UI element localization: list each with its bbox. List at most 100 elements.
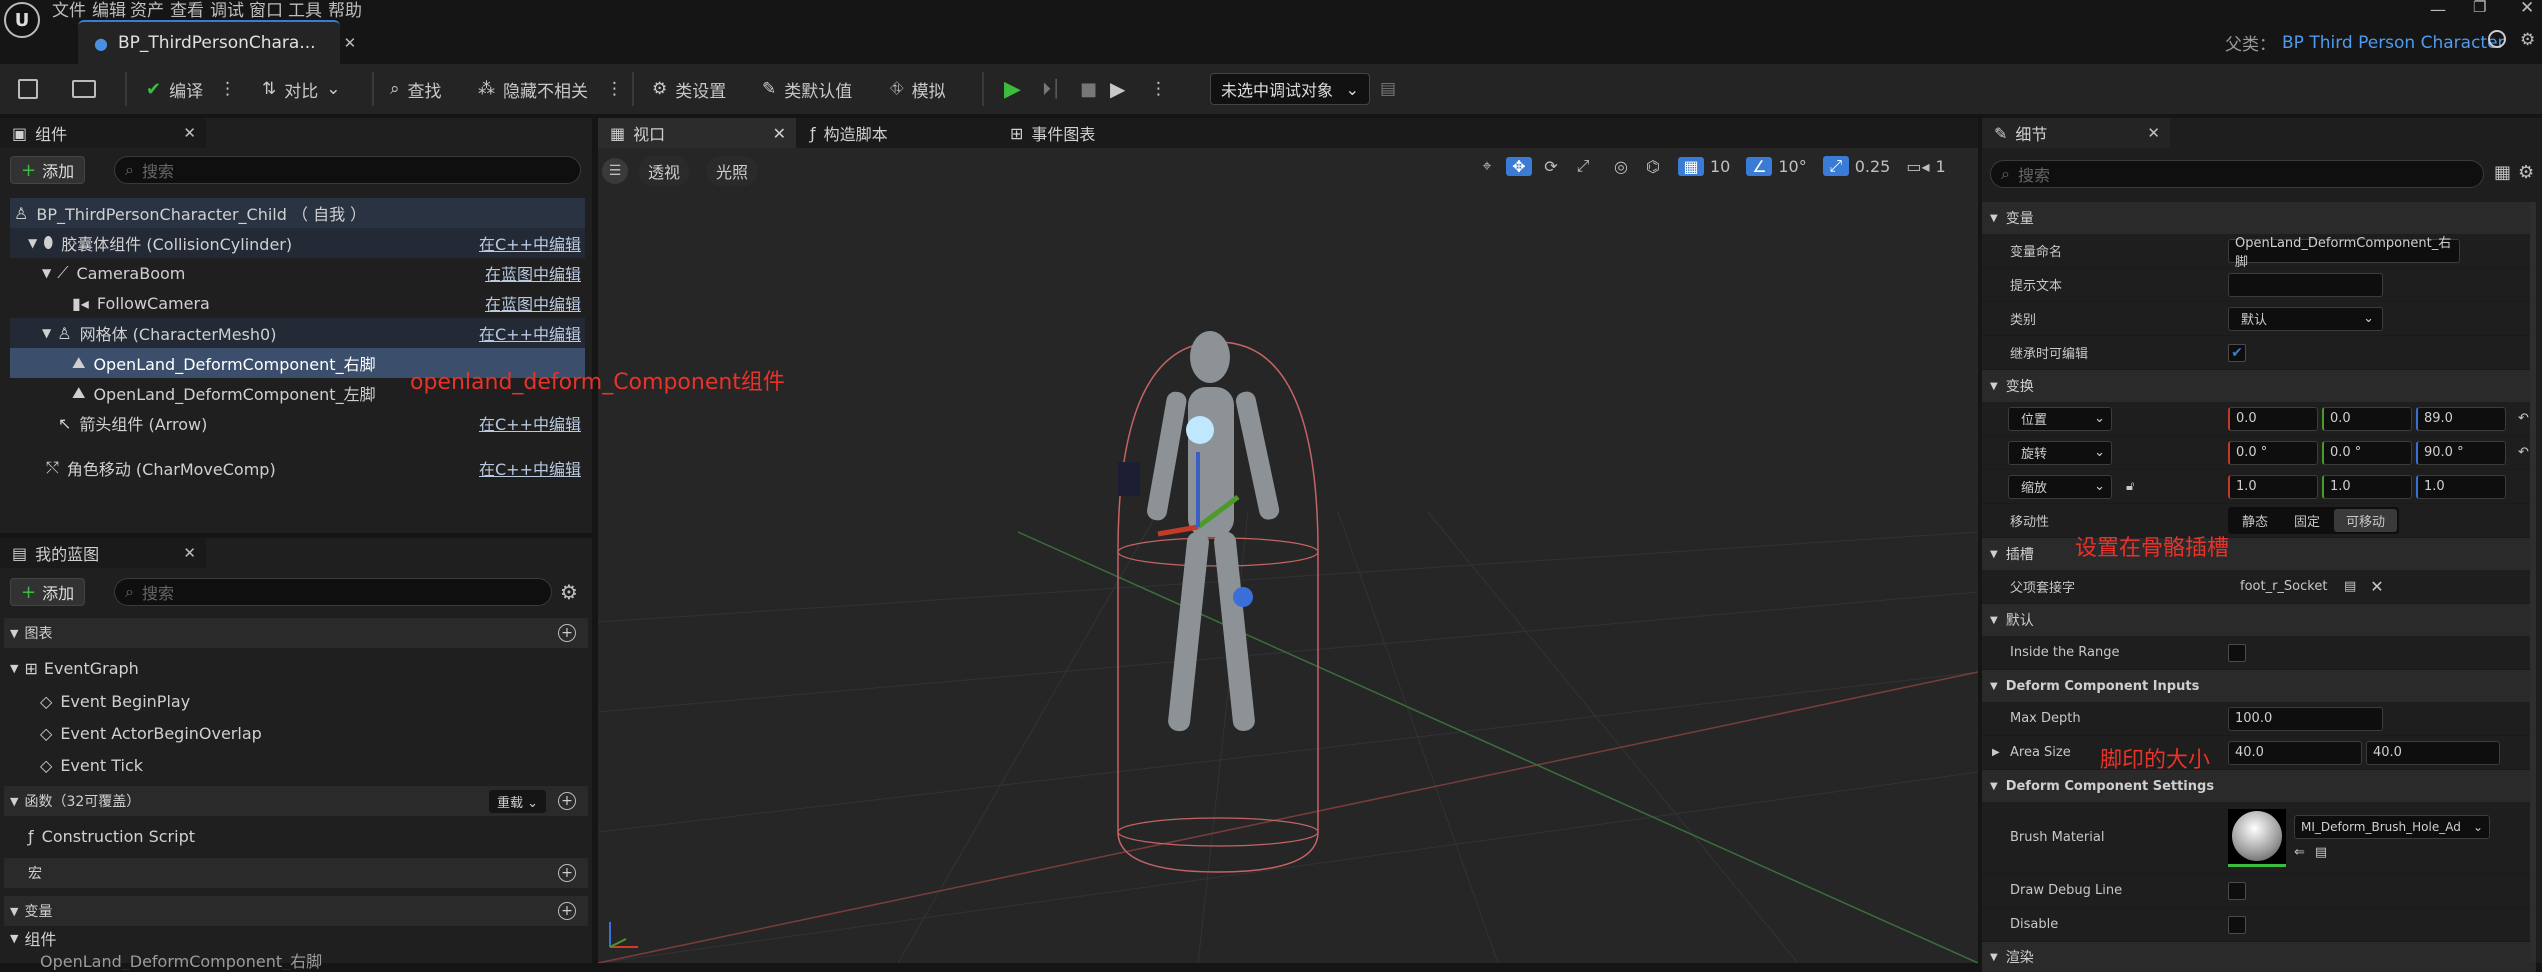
diff-button[interactable]: ⇅ 对比 ⌄ bbox=[262, 71, 341, 107]
add-circle-icon[interactable]: + bbox=[558, 624, 576, 642]
table-view-icon[interactable]: ▦ bbox=[2494, 162, 2511, 183]
step-button[interactable]: ⏵⏐ bbox=[1042, 71, 1061, 107]
component-row-capsule[interactable]: ▼ ⬮ 胶囊体组件 (CollisionCylinder) 在C++中编辑 bbox=[10, 228, 585, 258]
variable-row[interactable]: OpenLand_DeformComponent_右脚 bbox=[40, 950, 322, 970]
tab-construction-script[interactable]: ƒ 构造脚本 bbox=[798, 118, 888, 148]
play-button[interactable]: ▶ bbox=[1004, 71, 1021, 107]
more-icon[interactable]: ⋮ bbox=[219, 79, 236, 99]
area-size-y[interactable]: 40.0 bbox=[2366, 740, 2500, 765]
component-row-mesh[interactable]: ▼ ♙ 网格体 (CharacterMesh0) 在C++中编辑 bbox=[10, 318, 585, 348]
inside-range-checkbox[interactable] bbox=[2228, 643, 2246, 662]
gear-icon[interactable]: ⚙ bbox=[2518, 162, 2534, 183]
tab-blueprint[interactable]: ● BP_ThirdPersonChara... ✕ bbox=[78, 20, 356, 64]
hide-unrelated-button[interactable]: ⁂ 隐藏不相关 ⋮ bbox=[478, 71, 623, 107]
class-settings-button[interactable]: ⚙ 类设置 bbox=[652, 71, 726, 107]
parent-socket-value[interactable]: foot_r_Socket bbox=[2228, 579, 2340, 594]
add-circle-icon[interactable]: + bbox=[558, 792, 576, 810]
variables-components-row[interactable]: ▼ 组件 bbox=[10, 926, 56, 950]
event-row[interactable]: ◇ Event ActorBeginOverlap bbox=[40, 718, 262, 748]
tab-event-graph[interactable]: ⊞ 事件图表 bbox=[998, 118, 1095, 148]
components-search-input[interactable]: ⌕ 搜索 bbox=[114, 156, 581, 184]
grid-snap-value[interactable]: 10 bbox=[1710, 157, 1730, 176]
add-circle-icon[interactable]: + bbox=[558, 902, 576, 920]
compile-button[interactable]: ✔ 编译 ⋮ bbox=[146, 71, 236, 107]
event-row[interactable]: ◇ Event BeginPlay bbox=[40, 686, 190, 716]
search-icon[interactable] bbox=[2488, 30, 2506, 48]
browse-socket-icon[interactable]: ▤ bbox=[2344, 579, 2356, 594]
section-macros[interactable]: 宏 + bbox=[4, 858, 588, 888]
brush-thumbnail[interactable] bbox=[2228, 808, 2286, 867]
add-member-button[interactable]: + 添加 bbox=[10, 578, 86, 606]
edit-in-cpp-link[interactable]: 在C++中编辑 bbox=[479, 456, 581, 480]
class-defaults-button[interactable]: ✎ 类默认值 bbox=[762, 71, 852, 107]
disable-checkbox[interactable] bbox=[2228, 915, 2246, 934]
component-row-cameraboom[interactable]: ▼ ⟋ CameraBoom 在蓝图中编辑 bbox=[10, 258, 585, 288]
window-close-icon[interactable]: ✕ bbox=[2520, 0, 2534, 18]
grid-snap-icon[interactable]: ▦ bbox=[1678, 156, 1704, 176]
menu-file[interactable]: 文件 bbox=[52, 0, 86, 21]
section-deform-settings[interactable]: ▼ Deform Component Settings bbox=[1982, 770, 2536, 802]
minimize-icon[interactable]: — bbox=[2430, 0, 2446, 19]
section-variables[interactable]: ▼ 变量 + bbox=[4, 896, 588, 926]
simulate-button[interactable]: ⛗ 模拟 bbox=[890, 71, 946, 107]
scale-y[interactable]: 1.0 bbox=[2322, 474, 2412, 499]
clear-icon[interactable]: ✕ bbox=[2370, 577, 2383, 596]
close-icon[interactable]: ✕ bbox=[183, 124, 196, 142]
component-row-self[interactable]: ♙ BP_ThirdPersonCharacter_Child （ 自我 ） bbox=[10, 198, 585, 228]
tab-details[interactable]: ✎ 细节 bbox=[1982, 118, 2047, 148]
component-row-arrow[interactable]: ↖ 箭头组件 (Arrow) 在C++中编辑 bbox=[10, 408, 585, 438]
scale-dropdown[interactable]: 缩放 ⌄ bbox=[2008, 474, 2112, 499]
use-selected-icon[interactable]: ⇐ bbox=[2294, 845, 2305, 860]
lock-icon[interactable]: 🔓︎ bbox=[2126, 479, 2134, 494]
menu-edit[interactable]: 编辑 bbox=[92, 0, 126, 21]
unreal-logo-icon[interactable]: U bbox=[4, 2, 40, 38]
menu-asset[interactable]: 资产 bbox=[130, 0, 164, 21]
tab-my-blueprint[interactable]: ▤ 我的蓝图 bbox=[0, 538, 99, 568]
construction-script-row[interactable]: ƒ Construction Script bbox=[28, 821, 195, 851]
menu-hamburger-icon[interactable]: ☰ bbox=[602, 158, 628, 184]
max-depth-input[interactable]: 100.0 bbox=[2228, 706, 2383, 731]
scale-snap-icon[interactable]: ⤢ bbox=[1822, 156, 1849, 176]
mobility-static[interactable]: 静态 bbox=[2230, 509, 2280, 532]
edit-in-blueprint-link[interactable]: 在蓝图中编辑 bbox=[485, 261, 581, 285]
edit-in-cpp-link[interactable]: 在C++中编辑 bbox=[479, 321, 581, 345]
tab-components[interactable]: ▣ 组件 bbox=[0, 118, 67, 148]
menu-tools[interactable]: 工具 bbox=[288, 0, 322, 21]
browse-asset-icon[interactable]: ▤ bbox=[2315, 845, 2327, 860]
category-dropdown[interactable]: 默认 ⌄ bbox=[2228, 306, 2383, 331]
edit-in-blueprint-link[interactable]: 在蓝图中编辑 bbox=[485, 291, 581, 315]
parent-class-link[interactable]: BP Third Person Character bbox=[2282, 33, 2505, 53]
my-blueprint-search-input[interactable]: ⌕ 搜索 bbox=[114, 578, 552, 606]
gear-icon[interactable]: ⚙ bbox=[560, 580, 578, 604]
viewport-canvas[interactable] bbox=[598, 152, 1978, 963]
menu-help[interactable]: 帮助 bbox=[328, 0, 362, 21]
perspective-button[interactable]: 透视 bbox=[638, 156, 691, 186]
component-row-followcamera[interactable]: ▮◂ FollowCamera 在蓝图中编辑 bbox=[10, 288, 585, 318]
edit-in-cpp-link[interactable]: 在C++中编辑 bbox=[479, 231, 581, 255]
rotation-z[interactable]: 90.0 ° bbox=[2416, 440, 2506, 465]
override-dropdown[interactable]: 重载 ⌄ bbox=[488, 789, 546, 813]
scale-snap-value[interactable]: 0.25 bbox=[1855, 157, 1891, 176]
angle-snap-value[interactable]: 10° bbox=[1778, 157, 1806, 176]
lit-button[interactable]: 光照 bbox=[706, 156, 759, 186]
camera-speed-value[interactable]: 1 bbox=[1936, 157, 1946, 176]
surface-snap-icon[interactable]: ⌬ bbox=[1640, 157, 1666, 176]
settings-icon[interactable]: ⚙ bbox=[2520, 30, 2535, 50]
section-functions[interactable]: ▼ 函数（32可覆盖） 重载 ⌄ + bbox=[4, 786, 588, 816]
scale-x[interactable]: 1.0 bbox=[2228, 474, 2318, 499]
section-graphs[interactable]: ▼ 图表 + bbox=[4, 618, 588, 648]
expand-arrow-icon[interactable]: ▼ bbox=[42, 266, 51, 280]
location-dropdown[interactable]: 位置 ⌄ bbox=[2008, 406, 2112, 431]
close-icon[interactable]: ✕ bbox=[344, 34, 357, 52]
menu-view[interactable]: 查看 bbox=[170, 0, 204, 21]
debug-options-button[interactable]: ▤ bbox=[1380, 71, 1396, 107]
select-icon[interactable]: ⌖ bbox=[1474, 156, 1500, 176]
event-row[interactable]: ◇ Event Tick bbox=[40, 750, 143, 780]
brush-material-dropdown[interactable]: MI_Deform_Brush_Hole_Ad ⌄ bbox=[2294, 815, 2490, 839]
inherit-checkbox[interactable]: ✔ bbox=[2228, 343, 2246, 362]
rotation-y[interactable]: 0.0 ° bbox=[2322, 440, 2412, 465]
reset-icon[interactable]: ↶ bbox=[2518, 445, 2529, 460]
camera-speed-icon[interactable]: ▭◂ bbox=[1906, 157, 1929, 176]
reset-icon[interactable]: ↶ bbox=[2518, 411, 2529, 426]
move-icon[interactable]: ✥ bbox=[1506, 156, 1532, 176]
